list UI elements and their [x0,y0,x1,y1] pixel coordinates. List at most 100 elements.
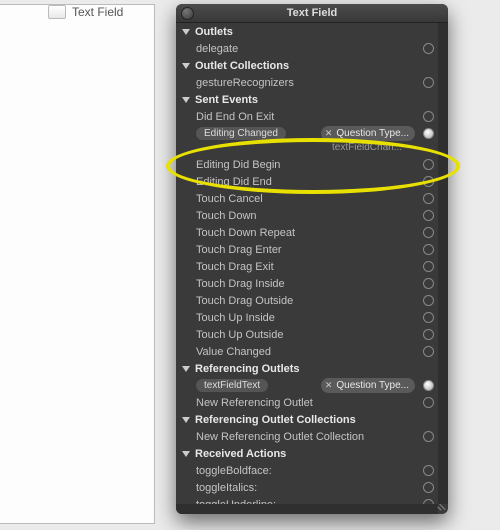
row-label: Touch Down Repeat [196,227,419,239]
action-row-underline[interactable]: toggleUnderline: [176,496,438,504]
row-label: New Referencing Outlet [196,397,419,409]
library-item-textfield[interactable]: Text Field [48,5,123,19]
panel-header: Text Field [176,4,448,23]
row-label: Did End On Exit [196,111,419,123]
chevron-down-icon [182,63,190,69]
row-label: Editing Did Begin [196,159,419,171]
connection-port-icon[interactable] [423,482,434,493]
library-item-label: Text Field [72,5,123,19]
connection-port-icon[interactable] [423,431,434,442]
row-label: Touch Drag Enter [196,244,419,256]
row-label: Editing Did End [196,176,419,188]
connection-target-label: Question Type... [336,380,409,391]
event-row-editing-did-begin[interactable]: Editing Did Begin [176,156,438,173]
canvas-background [0,4,155,524]
resize-handle-icon[interactable] [435,501,446,512]
action-row-boldface[interactable]: toggleBoldface: [176,462,438,479]
section-label: Referencing Outlets [195,363,300,375]
event-row-touch-up-outside[interactable]: Touch Up Outside [176,326,438,343]
row-label: delegate [196,43,419,55]
event-row-touch-down[interactable]: Touch Down [176,207,438,224]
connection-port-icon[interactable] [423,43,434,54]
section-outlets[interactable]: Outlets [176,23,438,40]
remove-connection-icon[interactable]: ✕ [325,128,333,139]
row-label: Touch Cancel [196,193,419,205]
row-label: toggleItalics: [196,482,419,494]
connection-port-icon[interactable] [423,312,434,323]
row-label: Value Changed [196,346,419,358]
section-label: Referencing Outlet Collections [195,414,356,426]
connection-port-icon[interactable] [423,397,434,408]
section-ref-outlet-collections[interactable]: Referencing Outlet Collections [176,411,438,428]
chevron-down-icon [182,97,190,103]
row-label: Touch Up Outside [196,329,419,341]
row-label: Touch Drag Exit [196,261,419,273]
row-label: New Referencing Outlet Collection [196,431,419,443]
event-row-touch-down-repeat[interactable]: Touch Down Repeat [176,224,438,241]
outlet-row-gesture[interactable]: gestureRecognizers [176,74,438,91]
connection-port-icon[interactable] [423,128,434,139]
section-label: Outlets [195,26,233,38]
section-label: Outlet Collections [195,60,289,72]
connection-port-icon[interactable] [423,261,434,272]
section-sent-events[interactable]: Sent Events [176,91,438,108]
section-label: Sent Events [195,94,258,106]
chevron-down-icon [182,366,190,372]
section-label: Received Actions [195,448,286,460]
vertical-scrollbar[interactable] [438,23,448,504]
section-outlet-collections[interactable]: Outlet Collections [176,57,438,74]
row-label: toggleBoldface: [196,465,419,477]
refoutletcol-row-new[interactable]: New Referencing Outlet Collection [176,428,438,445]
section-received-actions[interactable]: Received Actions [176,445,438,462]
panel-title: Text Field [287,7,338,19]
connection-port-icon[interactable] [423,111,434,122]
row-label: gestureRecognizers [196,77,419,89]
event-row-editing-did-end[interactable]: Editing Did End [176,173,438,190]
connection-target-pill[interactable]: ✕ Question Type... [321,378,415,393]
outlet-row-delegate[interactable]: delegate [176,40,438,57]
connection-port-icon[interactable] [423,227,434,238]
event-row-touch-drag-enter[interactable]: Touch Drag Enter [176,241,438,258]
event-row-editing-changed[interactable]: Editing Changed ✕ Question Type... [176,125,438,142]
connection-target-pill[interactable]: ✕ Question Type... [321,126,415,141]
event-row-did-end-on-exit[interactable]: Did End On Exit [176,108,438,125]
connection-port-icon[interactable] [423,329,434,340]
event-row-touch-cancel[interactable]: Touch Cancel [176,190,438,207]
row-label: Touch Drag Inside [196,278,419,290]
connection-action-label: textFieldChan... [176,142,438,156]
event-row-touch-drag-outside[interactable]: Touch Drag Outside [176,292,438,309]
connection-port-icon[interactable] [423,210,434,221]
connection-port-icon[interactable] [423,465,434,476]
close-icon[interactable] [181,7,194,20]
horizontal-scrollbar[interactable] [176,504,438,514]
chevron-down-icon [182,29,190,35]
row-label: Touch Drag Outside [196,295,419,307]
connections-panel: Text Field Outlets delegate Outlet Colle… [176,4,448,514]
connection-port-icon[interactable] [423,380,434,391]
event-row-value-changed[interactable]: Value Changed [176,343,438,360]
section-referencing-outlets[interactable]: Referencing Outlets [176,360,438,377]
connection-port-icon[interactable] [423,295,434,306]
connection-port-icon[interactable] [423,244,434,255]
chevron-down-icon [182,417,190,423]
row-label: textFieldText [196,379,321,392]
connection-port-icon[interactable] [423,278,434,289]
connection-port-icon[interactable] [423,176,434,187]
refoutlet-row-new[interactable]: New Referencing Outlet [176,394,438,411]
event-row-touch-drag-exit[interactable]: Touch Drag Exit [176,258,438,275]
connection-target-label: Question Type... [336,128,409,139]
connection-port-icon[interactable] [423,77,434,88]
event-row-touch-up-inside[interactable]: Touch Up Inside [176,309,438,326]
connection-port-icon[interactable] [423,159,434,170]
row-label: Touch Up Inside [196,312,419,324]
textfield-icon [48,5,66,19]
row-label: Editing Changed [196,127,321,140]
row-label: Touch Down [196,210,419,222]
action-row-italics[interactable]: toggleItalics: [176,479,438,496]
refoutlet-row-textfieldtext[interactable]: textFieldText ✕ Question Type... [176,377,438,394]
remove-connection-icon[interactable]: ✕ [325,380,333,391]
event-row-touch-drag-inside[interactable]: Touch Drag Inside [176,275,438,292]
connection-port-icon[interactable] [423,193,434,204]
connection-port-icon[interactable] [423,346,434,357]
panel-body: Outlets delegate Outlet Collections gest… [176,23,448,514]
